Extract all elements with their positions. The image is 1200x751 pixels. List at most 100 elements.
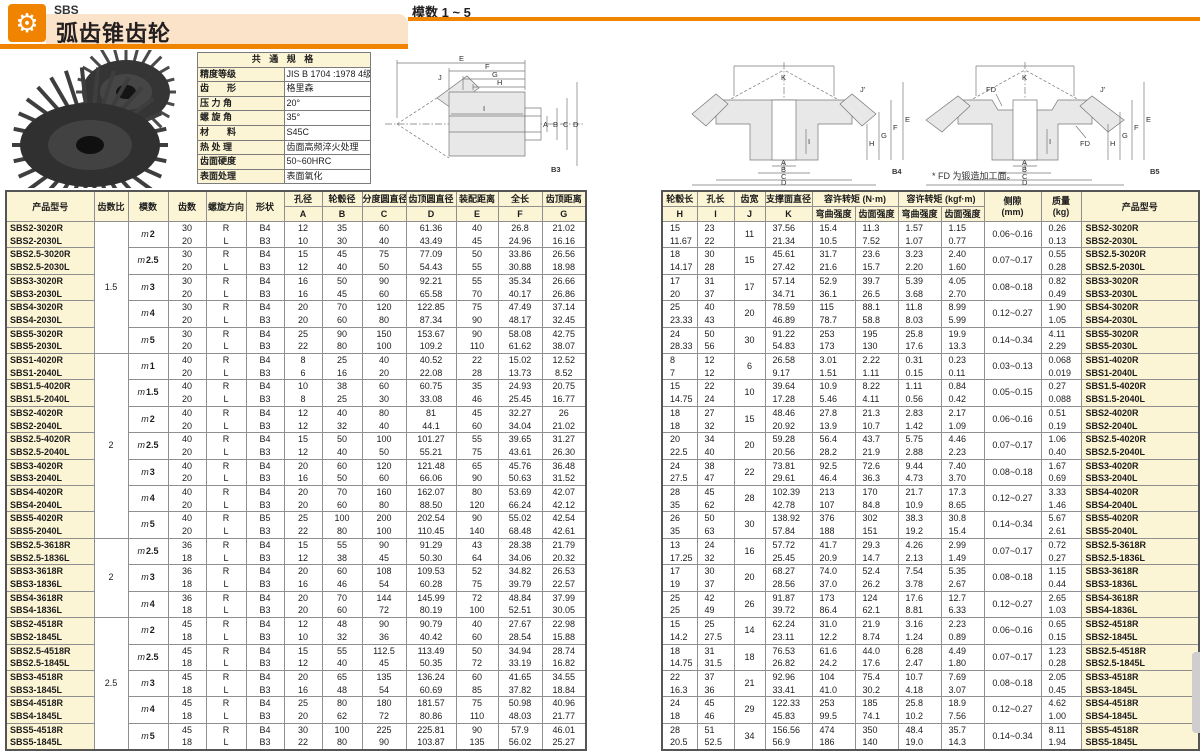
diagram-b3-caption: B3 [551, 165, 561, 174]
bending-nm-cell: 17386.4 [812, 591, 855, 617]
spec-label: 热 处 理 [198, 140, 285, 155]
bending-kgf-cell: 0.310.15 [898, 354, 941, 380]
hub-dia-B-cell: 6046 [322, 565, 362, 591]
hub-dia-B-cell: 3530 [322, 222, 362, 248]
table-row: SBS4-3020RSBS4-2030Lm43020RLB4B320207060… [6, 301, 586, 327]
col-letter-K: K [765, 207, 812, 222]
specs-row: 热 处 理齿面高频淬火处理 [198, 140, 371, 155]
dim-label: G [881, 131, 887, 140]
bore-len-I-cell: 5063 [697, 512, 734, 538]
mount-dist-E-cell: 72100 [456, 591, 498, 617]
surface-nm-cell: 88.158.8 [855, 301, 898, 327]
product-model-cell: SBS4-4020RSBS4-2040L [1081, 486, 1199, 512]
surface-kgf-cell: 2.171.09 [941, 406, 984, 432]
col-header-surface-kgf: 齿面强度 [941, 207, 984, 222]
product-model-cell: SBS4-4518RSBS4-1845L [6, 697, 94, 723]
series-code: SBS [54, 3, 79, 17]
product-model-cell: SBS2.5-3020RSBS2.5-2030L [6, 248, 94, 274]
shape-cell: B4B3 [246, 380, 284, 406]
face-width-J-cell: 34 [734, 723, 765, 750]
hub-len-H-cell: 2525 [662, 591, 697, 617]
backlash-label: 侧隙 [985, 196, 1041, 207]
teeth-cell: 4518 [168, 644, 206, 670]
backlash-cell: 0.08~0.18 [984, 565, 1041, 591]
direction-cell: RL [206, 697, 246, 723]
support-dia-K-cell: 91.2254.83 [765, 327, 812, 353]
product-model-cell: SBS5-4518RSBS5-1845L [6, 723, 94, 750]
bore-A-cell: 3022 [284, 723, 322, 750]
surface-kgf-cell: 19.913.3 [941, 327, 984, 353]
spec-value: 35° [284, 111, 371, 126]
backlash-cell: 0.07~0.17 [984, 644, 1041, 670]
specs-row: 螺 旋 角35° [198, 111, 371, 126]
dim-label: F [1134, 123, 1139, 132]
product-model-cell: SBS2.5-4518RSBS2.5-1845L [1081, 644, 1199, 670]
hub-dia-B-cell: 6050 [322, 459, 362, 485]
product-model-cell: SBS3-3618RSBS3-1836L [6, 565, 94, 591]
dim-label: H [1110, 139, 1115, 148]
pitch-dia-C-cell: 12080 [362, 301, 406, 327]
support-dia-K-cell: 62.2423.11 [765, 618, 812, 644]
mount-dist-E-cell: 90135 [456, 723, 498, 750]
shape-cell: B4B3 [246, 697, 284, 723]
table-row: 1814.1730281545.6127.4231.721.623.615.73… [662, 248, 1199, 274]
shape-cell: B4B3 [246, 354, 284, 380]
module-cell: m4 [128, 301, 168, 327]
direction-cell: RL [206, 618, 246, 644]
mount-dist-E-cell: 5570 [456, 274, 498, 300]
mass-cell: 0.510.19 [1041, 406, 1081, 432]
total-len-F-cell: 35.3440.17 [498, 274, 542, 300]
hub-len-H-cell: 1818 [662, 406, 697, 432]
bore-A-cell: 2016 [284, 459, 322, 485]
product-model-cell: SBS3-4518RSBS3-1845L [6, 670, 94, 696]
module-cell: m1.5 [128, 380, 168, 406]
direction-cell: RL [206, 327, 246, 353]
product-model-cell: SBS5-4020RSBS5-2040L [6, 512, 94, 538]
hub-dia-B-cell: 5045 [322, 274, 362, 300]
top-rule [408, 17, 1200, 21]
backlash-cell: 0.07~0.17 [984, 538, 1041, 564]
module-cell: m4 [128, 697, 168, 723]
surface-kgf-cell: 4.052.70 [941, 274, 984, 300]
teeth-cell: 3020 [168, 222, 206, 248]
crown-dist-G-cell: 26.5322.57 [542, 565, 586, 591]
mass-cell: 8.111.94 [1041, 723, 1081, 750]
bending-nm-cell: 11578.7 [812, 301, 855, 327]
pitch-dia-C-cell: 200100 [362, 512, 406, 538]
face-width-J-cell: 20 [734, 433, 765, 459]
surface-kgf-cell: 7.693.07 [941, 670, 984, 696]
pitch-dia-C-cell: 13554 [362, 670, 406, 696]
table-row: SBS2-4020RSBS2-2040Lm24020RLB4B312124032… [6, 406, 586, 432]
shape-cell: B4B3 [246, 486, 284, 512]
crown-dist-G-cell: 22.9815.88 [542, 618, 586, 644]
col-header-hub-len: 轮毂长 [662, 191, 697, 207]
module-cell: m3 [128, 565, 168, 591]
dim-label: J’ [1100, 85, 1106, 94]
product-model-cell: SBS3-4020RSBS3-2040L [1081, 459, 1199, 485]
teeth-cell: 4020 [168, 354, 206, 380]
bending-nm-cell: 376188 [812, 512, 855, 538]
specs-row: 齿面硬度50~60HRC [198, 155, 371, 170]
product-model-cell: SBS2-4020RSBS2-2040L [1081, 406, 1199, 432]
bore-len-I-cell: 3028 [697, 248, 734, 274]
surface-nm-cell: 44.017.6 [855, 644, 898, 670]
bore-A-cell: 2020 [284, 591, 322, 617]
product-model-cell: SBS4-4020RSBS4-2040L [6, 486, 94, 512]
bore-A-cell: 108 [284, 380, 322, 406]
direction-cell: RL [206, 486, 246, 512]
bore-A-cell: 2020 [284, 301, 322, 327]
bending-kgf-cell: 5.752.88 [898, 433, 941, 459]
product-model-cell: SBS1.5-4020RSBS1.5-2040L [1081, 380, 1199, 406]
page-edge-tab [1192, 652, 1200, 733]
product-model-cell: SBS4-3020RSBS4-2030L [6, 301, 94, 327]
crown-dist-G-cell: 36.4831.52 [542, 459, 586, 485]
product-model-cell: SBS2.5-3618RSBS2.5-1836L [1081, 538, 1199, 564]
surface-nm-cell: 29.314.7 [855, 538, 898, 564]
crown-dist-G-cell: 42.0742.12 [542, 486, 586, 512]
col-letter-B: B [322, 207, 362, 222]
surface-kgf-cell: 8.995.99 [941, 301, 984, 327]
face-width-J-cell: 29 [734, 697, 765, 723]
dim-label: A [543, 120, 548, 129]
table-row: SBS3-4020RSBS3-2040Lm34020RLB4B320166050… [6, 459, 586, 485]
surface-nm-cell: 12462.1 [855, 591, 898, 617]
